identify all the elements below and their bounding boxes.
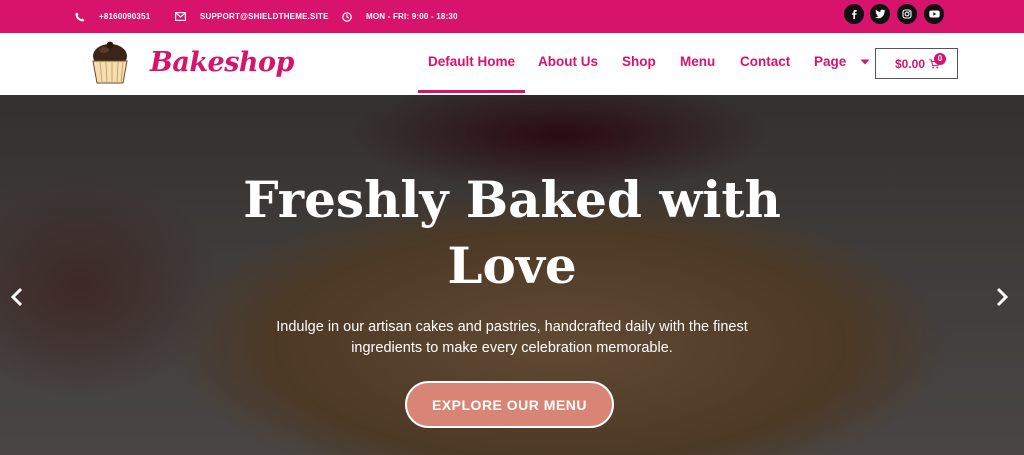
hero-title-line-2: Love xyxy=(447,236,577,295)
twitter-icon[interactable] xyxy=(870,4,890,24)
nav-page[interactable]: Page xyxy=(814,33,870,95)
site-header: Bakeshop Default Home About Us Shop Menu… xyxy=(0,33,1024,95)
youtube-icon[interactable] xyxy=(924,4,944,24)
hero-subtitle: Indulge in our artisan cakes and pastrie… xyxy=(212,317,812,359)
cart-button[interactable]: $0.00 0 xyxy=(875,48,958,79)
phone-number: +8160090351 xyxy=(99,12,151,21)
clock-icon xyxy=(342,11,352,22)
hours-text: MON - FRI: 9:00 - 18:30 xyxy=(366,12,458,21)
email-address: SUPPORT@SHIELDTHEME.SITE xyxy=(200,12,329,21)
instagram-icon[interactable] xyxy=(897,4,917,24)
facebook-icon[interactable] xyxy=(844,4,864,24)
hero-subtitle-line-2: ingredients to make every celebration me… xyxy=(351,340,673,356)
top-bar: +8160090351 SUPPORT@SHIELDTHEME.SITE MON… xyxy=(0,0,1024,33)
nav-shop[interactable]: Shop xyxy=(622,33,656,95)
nav-page-label: Page xyxy=(814,54,847,69)
envelope-icon xyxy=(175,12,186,21)
brand-name[interactable]: Bakeshop xyxy=(150,47,294,78)
phone-contact[interactable]: +8160090351 xyxy=(75,0,150,33)
slider-next-arrow-icon[interactable] xyxy=(990,283,1014,311)
slider-prev-arrow-icon[interactable] xyxy=(5,283,29,311)
cart-total: $0.00 xyxy=(895,56,926,71)
hero-subtitle-line-1: Indulge in our artisan cakes and pastrie… xyxy=(276,319,748,335)
nav-menu[interactable]: Menu xyxy=(680,33,715,95)
nav-about-us[interactable]: About Us xyxy=(538,33,598,95)
caret-down-icon xyxy=(860,59,870,65)
hero-title-line-1: Freshly Baked with xyxy=(243,170,781,229)
opening-hours: MON - FRI: 9:00 - 18:30 xyxy=(342,0,458,33)
cart-count-badge: 0 xyxy=(934,53,946,65)
hero-slider: Freshly Baked with Love Indulge in our a… xyxy=(0,95,1024,455)
cupcake-logo-icon[interactable] xyxy=(88,39,132,85)
hero-title: Freshly Baked with Love xyxy=(212,167,812,299)
nav-contact[interactable]: Contact xyxy=(740,33,790,95)
phone-icon xyxy=(75,12,85,21)
explore-menu-button[interactable]: EXPLORE OUR MENU xyxy=(405,381,614,428)
nav-default-home[interactable]: Default Home xyxy=(417,33,526,95)
email-contact[interactable]: SUPPORT@SHIELDTHEME.SITE xyxy=(175,0,329,33)
